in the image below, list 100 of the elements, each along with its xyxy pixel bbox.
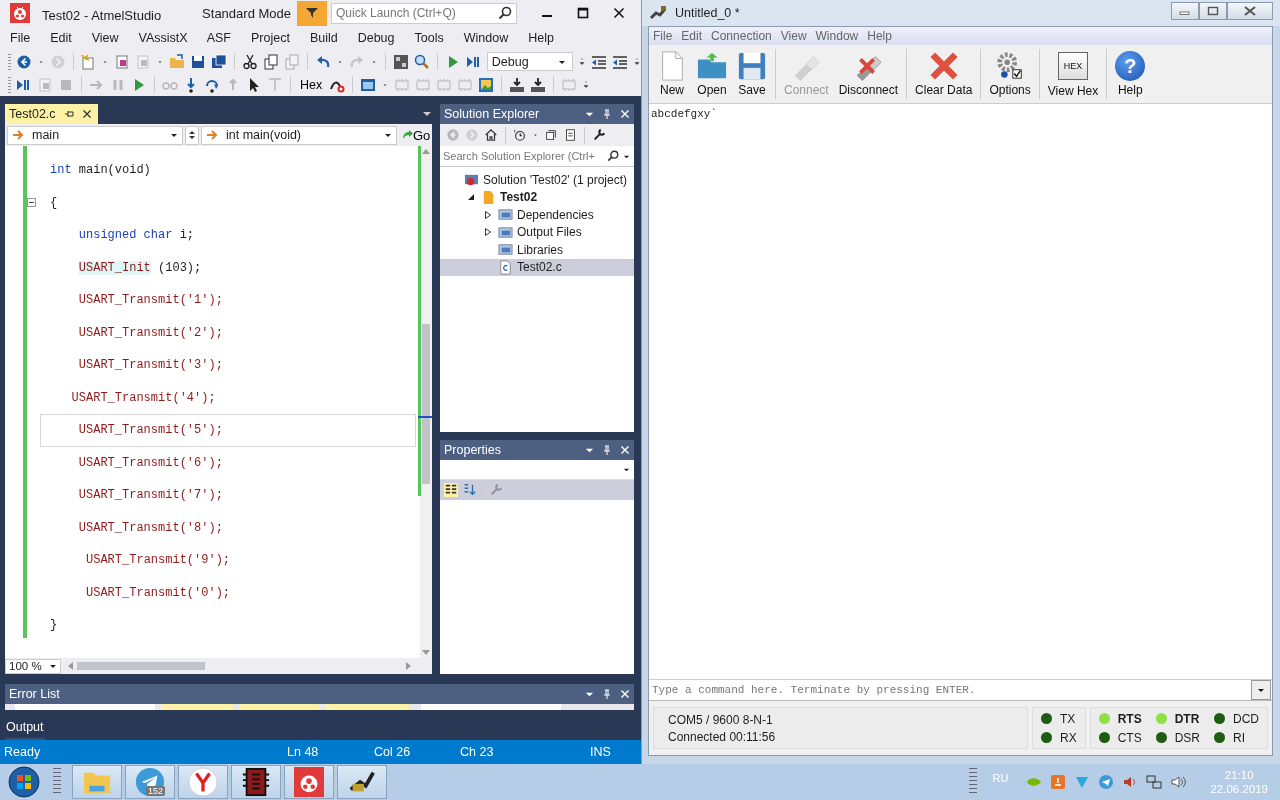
tree-item[interactable]: Dependencies [440,206,634,224]
menu-item[interactable]: Help [867,29,892,43]
caret-icon [1257,686,1265,694]
tree-item[interactable]: Libraries [440,241,634,259]
taskbar-button[interactable] [231,765,281,799]
close-icon[interactable] [81,109,92,119]
copy-icon[interactable] [263,53,280,70]
caret-icon [384,131,392,139]
menu-item[interactable]: VAssistX [138,31,188,45]
code-line: USART_Transmit('4'); [70,390,216,405]
member-dropdown[interactable]: int main(void) [201,125,397,145]
search-field[interactable] [421,704,561,710]
minimize-button[interactable] [1171,2,1199,20]
disconnect-button[interactable]: Disconnect [834,51,903,97]
taskbar-button[interactable] [337,765,387,799]
go-button[interactable]: Go [399,127,431,143]
scroll-thumb[interactable] [422,324,430,484]
filter-button[interactable] [297,0,327,26]
right-arrow-icon[interactable] [406,662,412,670]
grid-icon[interactable] [392,53,409,70]
code-line: unsigned char i; [77,228,195,243]
menu-item[interactable]: Window [815,29,859,43]
spin-button[interactable] [185,125,199,145]
menu-item[interactable]: Connection [711,29,772,43]
collapse-icon[interactable] [27,198,36,208]
history-icon[interactable] [513,128,527,142]
save-icon[interactable] [190,53,207,70]
menu-item[interactable]: View [91,31,119,45]
menu-item[interactable]: Edit [50,31,72,45]
close-icon[interactable] [613,7,625,19]
collapsed-icon[interactable] [484,210,492,219]
clear-button[interactable]: Clear Data [911,51,977,97]
port-settings: COM5 / 9600 8-N-1 [668,712,774,727]
signal-label: RX [1060,730,1077,745]
start-button[interactable] [8,766,40,798]
paper-plane-icon[interactable] [1098,774,1115,790]
document-tab[interactable]: Test02.c [5,104,98,124]
scroll-thumb[interactable] [77,662,205,670]
menu-item[interactable]: View [780,29,807,43]
history-dropdown-button[interactable] [1251,680,1271,700]
expanded-icon[interactable] [467,193,475,202]
menu-item[interactable]: Build [309,31,338,45]
menu-item[interactable]: Window [463,31,509,45]
menu-item[interactable]: Project [251,31,290,45]
code-line: USART_Transmit('9'); [85,553,231,568]
tree-item[interactable]: Test02.c [440,258,634,276]
picture-icon[interactable] [478,76,495,93]
restore-button[interactable] [1199,2,1227,20]
back-icon[interactable] [15,53,32,70]
menu-item[interactable]: Edit [681,29,703,43]
maximize-icon[interactable] [577,7,589,19]
categorized-icon[interactable] [444,483,458,497]
app-icon[interactable] [1050,774,1067,790]
volume-icon[interactable] [1170,774,1187,790]
caret-icon[interactable] [422,109,432,119]
pin-icon[interactable] [63,109,74,119]
folder-icon [498,207,513,223]
clock-time: 21:10 [1224,769,1254,781]
close-button[interactable] [1227,2,1273,20]
column-indicator: Col 26 [374,745,411,759]
taskbar-button[interactable]: 152 [125,765,175,799]
left-arrow-icon[interactable] [67,662,73,670]
hex-button[interactable]: Hex [298,77,325,92]
scope-dropdown[interactable]: main [7,125,183,145]
caret-icon [49,662,57,670]
window-icon[interactable] [360,76,377,93]
save-all-icon[interactable] [211,53,228,70]
tree-item[interactable]: Solution 'Test02' (1 project) [440,171,634,189]
open-folder-icon [697,51,727,81]
down-arrow-icon[interactable] [422,650,430,656]
network-icon[interactable] [1146,774,1163,790]
save-button[interactable]: Save [733,51,771,97]
tree-item[interactable]: Output Files [440,223,634,241]
quick-launch-field[interactable]: Quick Launch (Ctrl+Q) [331,2,517,24]
options-button[interactable]: Options [985,51,1035,97]
help-button[interactable]: ? Help [1111,51,1150,97]
configuration-dropdown[interactable]: Debug [486,52,573,71]
folder-icon [498,242,513,258]
code-line: USART_Transmit('3'); [77,358,223,373]
files-icon[interactable] [563,128,577,142]
tree-item[interactable]: Test02 [440,188,634,206]
collapsed-icon[interactable] [484,228,492,237]
wrench-icon[interactable] [592,128,606,142]
menu-item[interactable]: Help [528,31,554,45]
menu-item[interactable]: File [653,29,673,43]
zoom-dropdown[interactable]: 100 % [5,658,61,674]
search-icon [607,150,619,162]
search-icon [498,6,512,20]
signal-label: DTR [1174,711,1200,726]
home-icon[interactable] [484,128,498,142]
browser-icon [188,767,218,797]
menu-item[interactable]: ASF [206,31,231,45]
menu-item[interactable]: Debug [357,31,395,45]
menu-item[interactable]: Tools [414,31,444,45]
menu-item[interactable]: File [10,31,31,45]
new-button[interactable]: New [653,51,691,97]
open-button[interactable]: Open [693,51,731,97]
up-arrow-icon[interactable] [422,148,430,154]
collapse-all-icon[interactable] [544,128,558,142]
hex-button[interactable]: HEX View Hex [1043,50,1103,98]
